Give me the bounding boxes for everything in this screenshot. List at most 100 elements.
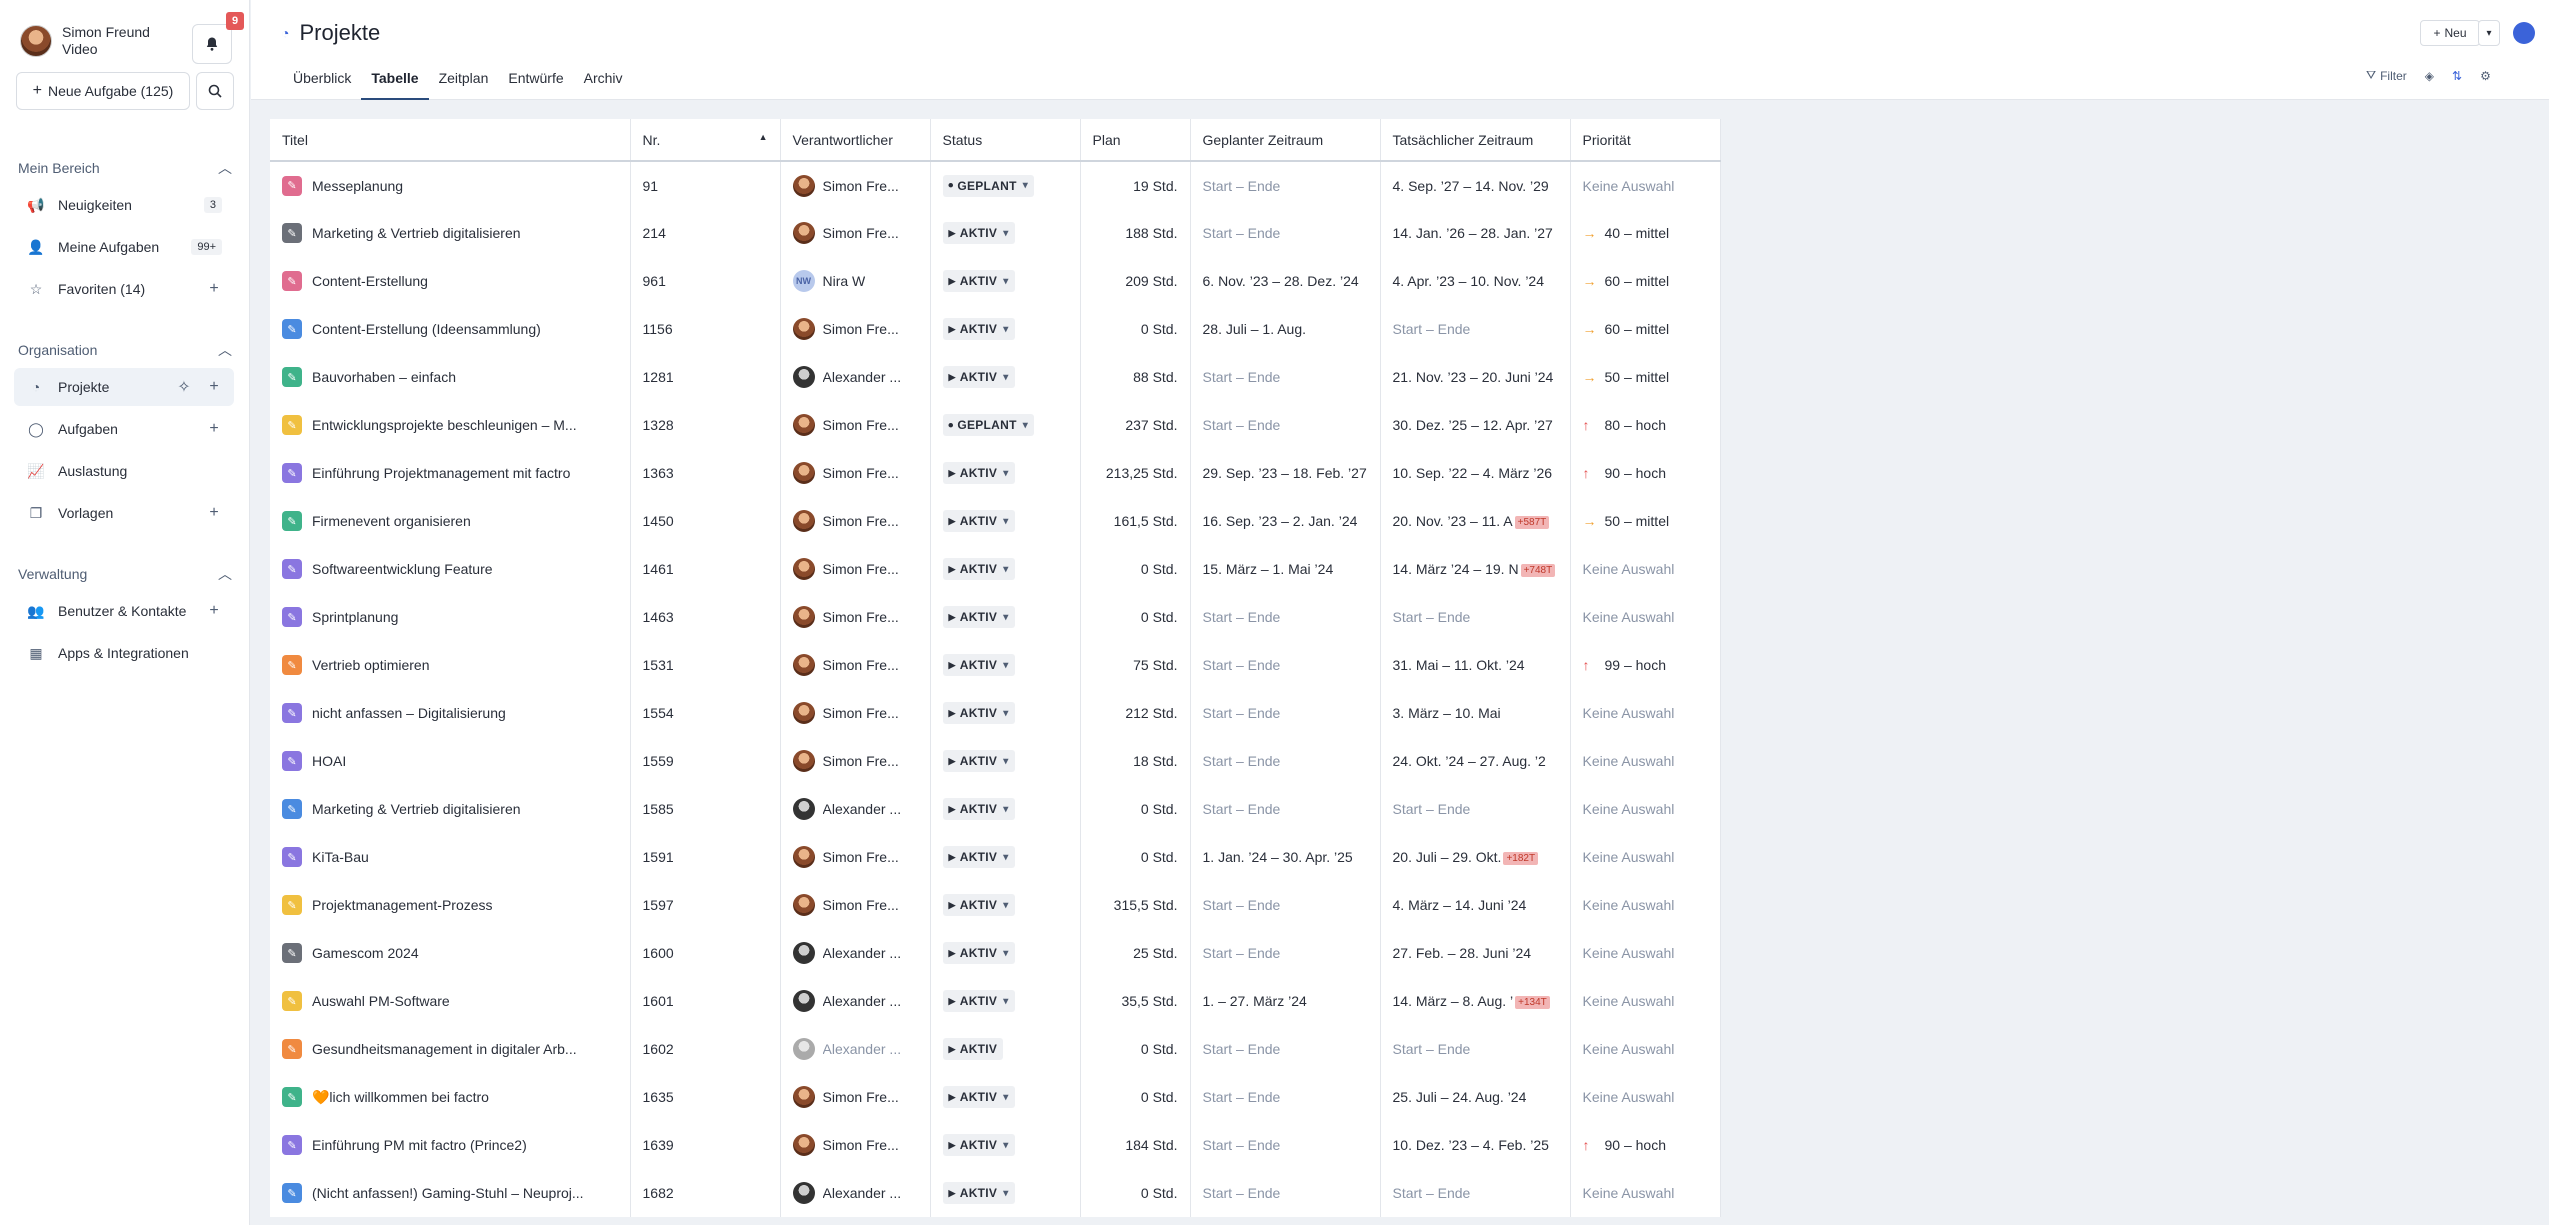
table-row[interactable]: ✎ Vertrieb optimieren 1531 Simon Fre... … bbox=[270, 641, 1721, 689]
table-row[interactable]: ✎ Marketing & Vertrieb digitalisieren 15… bbox=[270, 785, 1721, 833]
cell-title[interactable]: ✎ Marketing & Vertrieb digitalisieren bbox=[270, 785, 631, 833]
cell-priority[interactable]: Keine Auswahl bbox=[1570, 593, 1721, 641]
cell-status[interactable]: ▶ AKTIV ▾ bbox=[930, 977, 1081, 1025]
cell-status[interactable]: ▶ AKTIV ▾ bbox=[930, 545, 1081, 593]
cell-title[interactable]: ✎ Messeplanung bbox=[270, 161, 631, 209]
cell-status[interactable]: ▶ AKTIV ▾ bbox=[930, 689, 1081, 737]
cell-title[interactable]: ✎ Gesundheitsmanagement in digitaler Arb… bbox=[270, 1025, 631, 1073]
cell-status[interactable]: ▶ AKTIV ▾ bbox=[930, 209, 1081, 257]
table-row[interactable]: ✎ nicht anfassen – Digitalisierung 1554 … bbox=[270, 689, 1721, 737]
cell-planned-range[interactable]: 29. Sep. ’23 – 18. Feb. ’27 bbox=[1190, 449, 1381, 497]
cell-actual-range[interactable]: 3. März – 10. Mai bbox=[1380, 689, 1571, 737]
cell-owner[interactable]: Simon Fre... bbox=[780, 497, 931, 545]
table-row[interactable]: ✎ HOAI 1559 Simon Fre... ▶ AKTIV ▾ 18 St… bbox=[270, 737, 1721, 785]
table-row[interactable]: ✎ Bauvorhaben – einfach 1281 Alexander .… bbox=[270, 353, 1721, 401]
table-row[interactable]: ✎ Gesundheitsmanagement in digitaler Arb… bbox=[270, 1025, 1721, 1073]
cell-actual-range[interactable]: 4. März – 14. Juni ’24 bbox=[1380, 881, 1571, 929]
cell-title[interactable]: ✎ Gamescom 2024 bbox=[270, 929, 631, 977]
cell-actual-range[interactable]: 30. Dez. ’25 – 12. Apr. ’27 bbox=[1380, 401, 1571, 449]
table-row[interactable]: ✎ Einführung PM mit factro (Prince2) 163… bbox=[270, 1121, 1721, 1169]
section-organisation[interactable]: Organisation ︿ bbox=[18, 340, 232, 360]
cell-priority[interactable]: → 50 – mittel bbox=[1570, 497, 1721, 545]
cell-actual-range[interactable]: 21. Nov. ’23 – 20. Juni ’24 bbox=[1380, 353, 1571, 401]
column-header-prioritaet[interactable]: Priorität bbox=[1570, 119, 1721, 162]
status-badge[interactable]: ▶ AKTIV ▾ bbox=[942, 702, 1015, 724]
sidebar-item-favoriten[interactable]: ☆ Favoriten (14) + bbox=[14, 270, 234, 308]
cell-status[interactable]: ▶ AKTIV ▾ bbox=[930, 881, 1081, 929]
cell-owner[interactable]: Simon Fre... bbox=[780, 209, 931, 257]
new-task-button[interactable]: + Neue Aufgabe (125) bbox=[16, 72, 190, 110]
cell-owner[interactable]: Simon Fre... bbox=[780, 545, 931, 593]
cell-title[interactable]: ✎ (Nicht anfassen!) Gaming-Stuhl – Neupr… bbox=[270, 1169, 631, 1217]
tab-entwuerfe[interactable]: Entwürfe bbox=[498, 64, 573, 100]
search-button[interactable] bbox=[196, 72, 234, 110]
status-badge[interactable]: ▶ AKTIV ▾ bbox=[942, 558, 1015, 580]
cell-owner[interactable]: Simon Fre... bbox=[780, 449, 931, 497]
cell-actual-range[interactable]: 24. Okt. ’24 – 27. Aug. ’2 bbox=[1380, 737, 1571, 785]
cell-planned-range[interactable]: Start – Ende bbox=[1190, 785, 1381, 833]
sidebar-item-aufgaben[interactable]: ◯ Aufgaben + bbox=[14, 410, 234, 448]
cell-owner[interactable]: Alexander ... bbox=[780, 1169, 931, 1217]
cell-actual-range[interactable]: 14. März – 8. Aug. ’ +134T bbox=[1380, 977, 1571, 1025]
cell-actual-range[interactable]: 10. Dez. ’23 – 4. Feb. ’25 bbox=[1380, 1121, 1571, 1169]
cell-actual-range[interactable]: 14. Jan. ’26 – 28. Jan. ’27 bbox=[1380, 209, 1571, 257]
cell-priority[interactable]: Keine Auswahl bbox=[1570, 785, 1721, 833]
cell-planned-range[interactable]: Start – Ende bbox=[1190, 353, 1381, 401]
cell-planned-range[interactable]: Start – Ende bbox=[1190, 641, 1381, 689]
cell-priority[interactable]: → 60 – mittel bbox=[1570, 305, 1721, 353]
table-row[interactable]: ✎ Firmenevent organisieren 1450 Simon Fr… bbox=[270, 497, 1721, 545]
cell-planned-range[interactable]: Start – Ende bbox=[1190, 161, 1381, 209]
cell-priority[interactable]: → 50 – mittel bbox=[1570, 353, 1721, 401]
sidebar-item-benutzer[interactable]: 👥 Benutzer & Kontakte + bbox=[14, 592, 234, 630]
cell-actual-range[interactable]: 25. Juli – 24. Aug. ’24 bbox=[1380, 1073, 1571, 1121]
cell-title[interactable]: ✎ Content-Erstellung (Ideensammlung) bbox=[270, 305, 631, 353]
cell-planned-range[interactable]: 16. Sep. ’23 – 2. Jan. ’24 bbox=[1190, 497, 1381, 545]
cell-actual-range[interactable]: 20. Juli – 29. Okt. +182T bbox=[1380, 833, 1571, 881]
cell-owner[interactable]: Simon Fre... bbox=[780, 305, 931, 353]
cell-title[interactable]: ✎ Vertrieb optimieren bbox=[270, 641, 631, 689]
cell-status[interactable]: ▶ AKTIV ▾ bbox=[930, 1121, 1081, 1169]
cell-actual-range[interactable]: Start – Ende bbox=[1380, 593, 1571, 641]
cell-planned-range[interactable]: Start – Ende bbox=[1190, 929, 1381, 977]
add-template-icon[interactable]: + bbox=[206, 504, 222, 522]
magic-wand-icon[interactable]: ✧ bbox=[176, 377, 192, 397]
table-row[interactable]: ✎ (Nicht anfassen!) Gaming-Stuhl – Neupr… bbox=[270, 1169, 1721, 1217]
cell-status[interactable]: ▶ AKTIV ▾ bbox=[930, 929, 1081, 977]
cell-priority[interactable]: ↑ 90 – hoch bbox=[1570, 1121, 1721, 1169]
cell-priority[interactable]: Keine Auswahl bbox=[1570, 1025, 1721, 1073]
sidebar-item-meine-aufgaben[interactable]: 👤 Meine Aufgaben 99+ bbox=[14, 228, 234, 266]
cell-title[interactable]: ✎ Auswahl PM-Software bbox=[270, 977, 631, 1025]
status-badge[interactable]: ▶ AKTIV ▾ bbox=[942, 222, 1015, 244]
column-header-nr[interactable]: Nr. ▲ bbox=[630, 119, 781, 162]
cell-priority[interactable]: Keine Auswahl bbox=[1570, 977, 1721, 1025]
table-row[interactable]: ✎ Projektmanagement-Prozess 1597 Simon F… bbox=[270, 881, 1721, 929]
cell-planned-range[interactable]: 28. Juli – 1. Aug. bbox=[1190, 305, 1381, 353]
status-badge[interactable]: ▶ AKTIV ▾ bbox=[942, 510, 1015, 532]
cell-planned-range[interactable]: Start – Ende bbox=[1190, 1025, 1381, 1073]
status-badge[interactable]: ▶ AKTIV ▾ bbox=[942, 366, 1015, 388]
cell-owner[interactable]: Alexander ... bbox=[780, 1025, 931, 1073]
cell-owner[interactable]: Simon Fre... bbox=[780, 737, 931, 785]
cell-owner[interactable]: Simon Fre... bbox=[780, 833, 931, 881]
cell-status[interactable]: ▶ AKTIV ▾ bbox=[930, 833, 1081, 881]
section-mein-bereich[interactable]: Mein Bereich ︿ bbox=[18, 158, 232, 178]
status-badge[interactable]: ▶ AKTIV ▾ bbox=[942, 846, 1015, 868]
cell-actual-range[interactable]: 4. Apr. ’23 – 10. Nov. ’24 bbox=[1380, 257, 1571, 305]
sidebar-item-neuigkeiten[interactable]: 📢 Neuigkeiten 3 bbox=[14, 186, 234, 224]
cell-priority[interactable]: Keine Auswahl bbox=[1570, 689, 1721, 737]
table-row[interactable]: ✎ KiTa-Bau 1591 Simon Fre... ▶ AKTIV ▾ 0… bbox=[270, 833, 1721, 881]
status-badge[interactable]: ▶ AKTIV ▾ bbox=[942, 894, 1015, 916]
cell-actual-range[interactable]: Start – Ende bbox=[1380, 1169, 1571, 1217]
cell-title[interactable]: ✎ Content-Erstellung bbox=[270, 257, 631, 305]
cell-planned-range[interactable]: Start – Ende bbox=[1190, 1073, 1381, 1121]
cell-status[interactable]: ▶ AKTIV ▾ bbox=[930, 785, 1081, 833]
column-header-titel[interactable]: Titel bbox=[270, 119, 631, 162]
cell-owner[interactable]: Simon Fre... bbox=[780, 593, 931, 641]
status-badge[interactable]: ⏺ GEPLANT ▾ bbox=[942, 174, 1035, 197]
cell-title[interactable]: ✎ Bauvorhaben – einfach bbox=[270, 353, 631, 401]
column-header-status[interactable]: Status bbox=[930, 119, 1081, 162]
cell-status[interactable]: ⏺ GEPLANT ▾ bbox=[930, 161, 1081, 209]
filter-button[interactable]: ⛛ Filter bbox=[2366, 68, 2407, 83]
cell-priority[interactable]: ↑ 99 – hoch bbox=[1570, 641, 1721, 689]
tab-zeitplan[interactable]: Zeitplan bbox=[429, 64, 499, 100]
